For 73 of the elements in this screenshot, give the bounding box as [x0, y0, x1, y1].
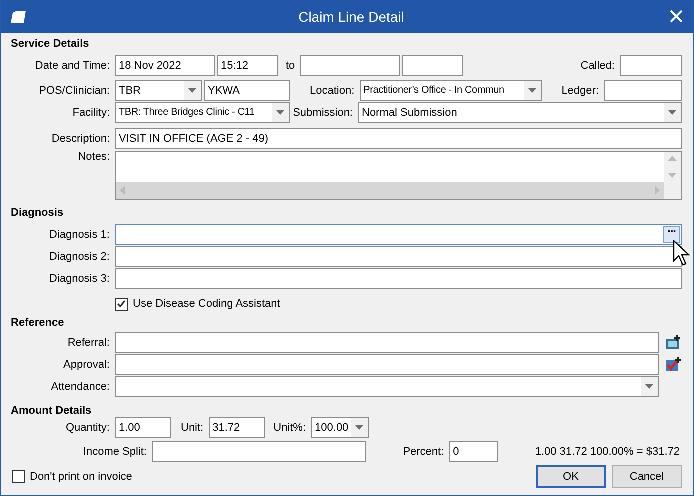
- field-label: Facility:: [72, 106, 110, 118]
- approval-field[interactable]: [115, 354, 659, 375]
- add-check-icon[interactable]: [665, 356, 682, 373]
- section-heading: Amount Details: [10, 404, 93, 419]
- checkbox-label: Use Disease Coding Assistant: [133, 298, 280, 310]
- field-label: Diagnosis 3:: [48, 272, 110, 284]
- field-label: POS/Clinician:: [38, 84, 110, 96]
- field-label: Attendance:: [50, 380, 110, 392]
- checkbox[interactable]: [12, 470, 25, 483]
- diagnosis-field[interactable]: [115, 268, 682, 289]
- diagnosis-field[interactable]: ···: [115, 224, 682, 245]
- ok-button[interactable]: OK: [536, 465, 606, 488]
- field-label: Submission:: [293, 106, 353, 118]
- dropdown-arrow-icon: [188, 88, 197, 93]
- unit-percent-dropdown[interactable]: 100.00: [311, 417, 370, 438]
- field-label: Diagnosis 2:: [48, 250, 110, 262]
- scroll-up-icon[interactable]: [668, 156, 677, 161]
- field-label: Percent:: [403, 446, 444, 458]
- percent-field[interactable]: 0: [449, 441, 498, 462]
- checkbox-label: Don't print on invoice: [30, 470, 132, 482]
- field-label: Description:: [50, 132, 110, 144]
- description-field[interactable]: VISIT IN OFFICE (AGE 2 - 49): [115, 128, 682, 149]
- field-label: Approval:: [62, 358, 110, 370]
- referral-field[interactable]: [115, 332, 659, 353]
- checkbox[interactable]: [115, 298, 128, 310]
- field-label: Unit:: [181, 422, 204, 434]
- field-label: Notes:: [77, 151, 110, 163]
- add-folder-icon[interactable]: [665, 334, 682, 351]
- facility-dropdown[interactable]: TBR: Three Bridges Clinic - C11: [115, 102, 290, 123]
- pos-dropdown[interactable]: TBR: [115, 80, 202, 101]
- field-label: Location:: [310, 84, 355, 96]
- dropdown-arrow-icon: [668, 110, 677, 115]
- section-heading: Reference: [10, 316, 66, 331]
- section-heading: Service Details: [10, 37, 90, 52]
- field-label: Income Split:: [82, 446, 147, 458]
- dropdown-arrow-icon: [645, 384, 654, 389]
- dropdown-arrow-icon: [355, 425, 364, 430]
- to-label: to: [286, 60, 296, 72]
- location-dropdown[interactable]: Practitioner’s Office - In Commun: [360, 80, 542, 101]
- unit-field[interactable]: 31.72: [208, 417, 265, 438]
- scroll-down-icon[interactable]: [668, 173, 677, 178]
- clinician-field[interactable]: YKWA: [204, 80, 290, 101]
- scrollbar-corner: [664, 182, 681, 199]
- dropdown-arrow-icon: [276, 110, 285, 115]
- field-label: Quantity:: [64, 422, 110, 434]
- section-heading: Diagnosis: [10, 206, 65, 221]
- income-split-field[interactable]: [152, 441, 366, 462]
- notes-field[interactable]: [115, 151, 682, 200]
- mouse-cursor-icon: [673, 240, 693, 268]
- field-label: Unit%:: [274, 422, 306, 434]
- ledger-field[interactable]: [604, 80, 682, 101]
- diagnosis-field[interactable]: [115, 246, 682, 267]
- time-field[interactable]: [402, 55, 464, 76]
- called-field[interactable]: [620, 55, 682, 76]
- vertical-scrollbar[interactable]: [664, 152, 681, 182]
- attendance-dropdown[interactable]: [115, 376, 659, 397]
- field-label: Ledger:: [562, 84, 599, 96]
- window-icon: [11, 10, 27, 23]
- date-field[interactable]: [300, 55, 400, 76]
- dropdown-arrow-icon: [528, 88, 537, 93]
- date-field[interactable]: 18 Nov 2022: [115, 55, 215, 76]
- window-title: Claim Line Detail: [298, 8, 406, 24]
- field-label: Date and Time:: [34, 60, 110, 72]
- field-label: Diagnosis 1:: [48, 228, 110, 240]
- time-field[interactable]: 15:12: [217, 55, 278, 76]
- amount-summary: 1.00 31.72 100.00% = $31.72: [535, 446, 680, 458]
- field-label: Referral:: [66, 336, 110, 348]
- field-label: Called:: [580, 60, 615, 72]
- browse-button[interactable]: ···: [663, 226, 680, 243]
- cancel-button[interactable]: Cancel: [612, 465, 682, 488]
- close-icon[interactable]: [670, 10, 683, 23]
- submission-dropdown[interactable]: Normal Submission: [358, 102, 682, 123]
- quantity-field[interactable]: 1.00: [115, 417, 171, 438]
